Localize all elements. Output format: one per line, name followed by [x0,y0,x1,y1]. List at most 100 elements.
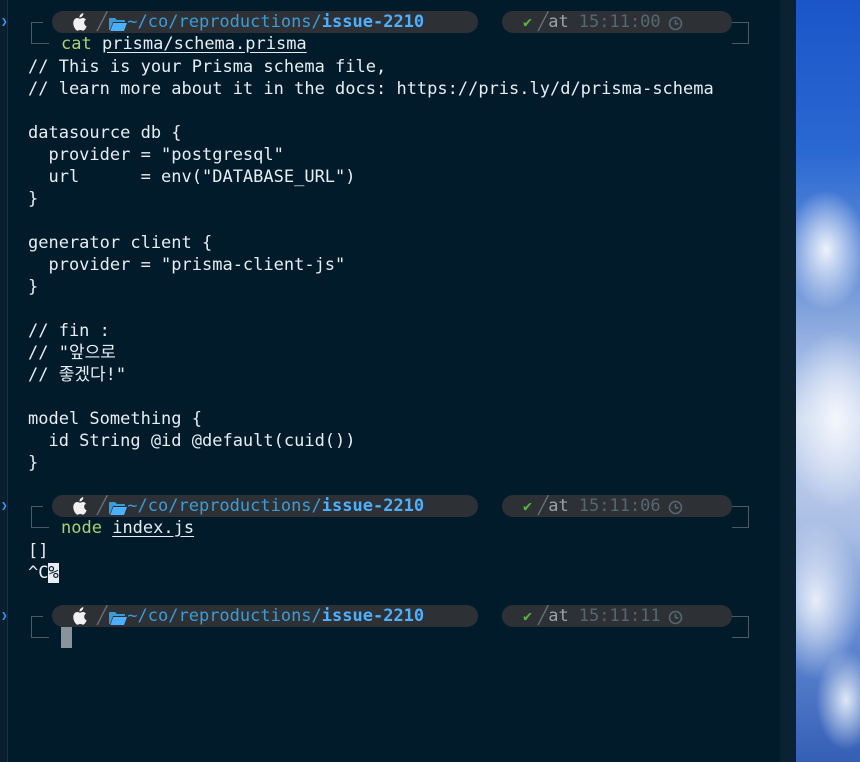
prompt-2: ╱ ~ / co / reproductions / issue-2210 ✔ ╱ at 1… [24,495,754,539]
output-line: } [28,189,39,209]
path-separator: / [168,606,179,626]
output-line: url = env("DATABASE_URL") [28,167,356,187]
clock-icon [668,499,683,514]
prompt-status-segment: ✔ ╱ at 15:11:11 [502,605,732,627]
frame-line [31,527,49,528]
eol-mark: % [48,563,59,583]
at-label: at [548,606,569,626]
segment-separator: ╱ [97,496,108,516]
path-separator: / [311,606,322,626]
at-label: at [548,496,569,516]
prompt-time: 15:11:11 [578,606,661,626]
command-name: node [61,518,102,538]
frame-line [748,22,749,44]
command-argument: prisma/schema.prisma [101,34,307,54]
prompt-3: ╱ ~ / co / reproductions / issue-2210 ✔ ╱ at 1… [24,605,754,649]
path-current-dir: issue-2210 [321,606,425,626]
path-part: co [147,606,169,626]
path-separator: / [311,496,322,516]
prompt-indicator-icon: ❯ [1,15,8,28]
command-line: node index.js [61,517,194,539]
frame-line [31,616,43,617]
prompt-path-segment: ╱ ~ / co / reproductions / issue-2210 [52,11,478,33]
frame-line [748,506,749,528]
check-icon: ✔ [523,497,533,515]
frame-line [31,637,49,638]
path-part: co [147,496,169,516]
apple-icon [71,13,89,31]
prompt-time: 15:11:00 [578,12,661,32]
prompt-path-segment: ╱ ~ / co / reproductions / issue-2210 [52,605,478,627]
output-line: model Something { [28,409,202,429]
path-current-dir: issue-2210 [321,496,425,516]
output-line: id String @id @default(cuid()) [28,431,356,451]
output-line: // 좋겠다!" [28,365,127,385]
prompt-1: ╱ ~ / co / reproductions / issue-2210 ✔ ╱ at 1… [24,11,754,55]
folder-open-icon [109,499,128,515]
path-home: ~ [127,496,138,516]
frame-line [730,22,748,23]
output-line: // learn more about it in the docs: http… [28,79,714,99]
path-separator: / [137,12,148,32]
check-icon: ✔ [523,607,533,625]
output-line: } [28,277,39,297]
output-line: generator client { [28,233,213,253]
segment-separator: ╱ [538,496,549,516]
at-label: at [548,12,569,32]
segment-separator: ╱ [538,12,549,32]
path-part: reproductions [178,496,312,516]
prompt-status-segment: ✔ ╱ at 15:11:06 [502,495,732,517]
output-line: } [28,453,39,473]
command-line: cat prisma/schema.prisma [61,33,307,55]
window-edge [780,0,796,762]
output-line: provider = "prisma-client-js" [28,255,346,275]
left-gutter [0,0,8,762]
output-line: // "앞으로 [28,343,116,363]
prompt-path-segment: ╱ ~ / co / reproductions / issue-2210 [52,495,478,517]
path-home: ~ [127,606,138,626]
segment-separator: ╱ [538,606,549,626]
path-home: ~ [127,12,138,32]
output-line: provider = "postgresql" [28,145,284,165]
check-icon: ✔ [523,13,533,31]
frame-line [730,616,748,617]
clock-icon [668,609,683,624]
apple-icon [71,497,89,515]
output-line: datasource db { [28,123,182,143]
clock-icon [668,15,683,30]
prompt-indicator-icon: ❯ [1,609,8,622]
terminal-window[interactable]: ❯ ╱ ~ / co / reproductions / issue-2210 ✔ ╱ at… [0,0,780,762]
desktop-wallpaper [796,0,860,762]
path-separator: / [168,496,179,516]
frame-line [748,616,749,638]
prompt-time: 15:11:06 [578,496,661,516]
prompt-indicator-icon: ❯ [1,499,8,512]
frame-line [31,43,49,44]
path-separator: / [137,496,148,516]
output-line: // This is your Prisma schema file, [28,57,387,77]
frame-line [31,507,32,528]
output-line: ^C% [28,562,59,584]
path-part: reproductions [178,12,312,32]
path-part: co [147,12,169,32]
apple-icon [71,607,89,625]
path-part: reproductions [178,606,312,626]
prompt-status-segment: ✔ ╱ at 15:11:00 [502,11,732,33]
text-cursor[interactable] [61,627,72,648]
frame-line [31,506,43,507]
frame-line [31,23,32,44]
output-line: [] [28,541,49,561]
folder-open-icon [109,15,128,31]
interrupt-text: ^C [28,563,49,583]
command-argument: index.js [112,518,195,538]
frame-line [732,527,748,528]
path-separator: / [311,12,322,32]
frame-line [730,506,748,507]
command-name: cat [61,34,92,54]
frame-line [732,637,748,638]
segment-separator: ╱ [97,606,108,626]
output-line: // fin : [28,321,110,341]
folder-open-icon [109,609,128,625]
frame-line [31,22,43,23]
frame-line [31,617,32,638]
